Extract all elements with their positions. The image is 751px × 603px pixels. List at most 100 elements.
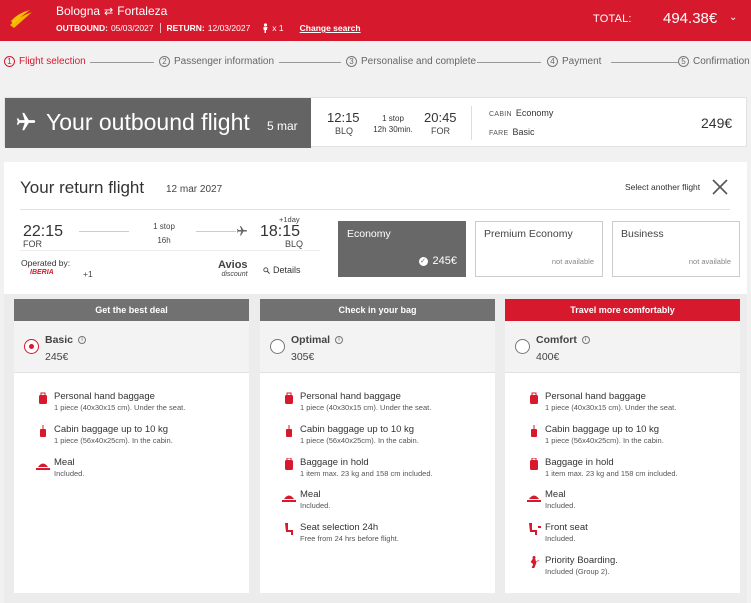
step-flight-selection[interactable]: 1 Flight selection <box>4 56 86 67</box>
fare-selector[interactable]: Comfort i 400€ <box>505 321 740 373</box>
outbound-date: 05/03/2027 <box>110 23 154 33</box>
total-label: TOTAL: <box>593 13 632 25</box>
feature-title: Baggage in hold <box>300 457 369 468</box>
fare-card-optimal[interactable]: Check in your bag Optimal i 305€ Personal… <box>260 299 495 593</box>
feature-description: 1 piece (56x40x25cm). In the cabin. <box>545 436 664 445</box>
return-date: 12/03/2027 <box>207 23 251 33</box>
step-passenger-information[interactable]: 2 Passenger information <box>159 56 274 67</box>
cabin-option-economy[interactable]: Economy ✓ 245€ <box>338 221 466 277</box>
divider <box>471 106 472 140</box>
avios-sub-label: discount <box>221 271 248 278</box>
select-another-flight-link[interactable]: Select another flight <box>625 182 700 192</box>
departure-time: 12:15 <box>327 110 360 125</box>
feature-title: Cabin baggage up to 10 kg <box>300 424 415 435</box>
origin-city: Bologna <box>56 4 101 18</box>
fare-card-basic[interactable]: Get the best deal Basic i 245€ Personal h… <box>14 299 249 593</box>
cabin-baggage-icon <box>531 425 537 437</box>
step-label: Flight selection <box>19 56 86 67</box>
cabin-availability: not available <box>688 257 731 266</box>
fare-header: Get the best deal <box>14 299 249 321</box>
avios-discount-badge: Avios discount <box>218 260 248 280</box>
fare-label: FARE <box>489 130 509 137</box>
outbound-fare: FARE Basic <box>489 127 535 137</box>
fare-radio[interactable] <box>515 339 530 354</box>
step-number: 4 <box>547 56 558 67</box>
outbound-date: 5 mar <box>267 119 298 133</box>
step-connector <box>477 62 541 63</box>
outbound-flight-summary[interactable]: Your outbound flight 5 mar 12:15 BLQ 1 s… <box>4 97 747 148</box>
fare-name-label: Optimal <box>291 334 331 346</box>
stops: 1 stop <box>382 114 404 123</box>
feature-description: Free from 24 hrs before flight. <box>300 534 399 543</box>
info-icon[interactable]: i <box>78 336 87 344</box>
fare-name-label: Basic <box>45 334 74 346</box>
cabin-name: Business <box>621 228 664 240</box>
step-confirmation[interactable]: 5 Confirmation <box>678 56 750 67</box>
fare-name: Optimal i <box>291 334 344 346</box>
feature-description: Included. <box>54 469 85 478</box>
iberia-operator-logo: IBERIA <box>30 269 54 276</box>
fare-selector[interactable]: Basic i 245€ <box>14 321 249 373</box>
info-icon[interactable]: i <box>335 336 344 344</box>
outbound-cabin: CABIN Economy <box>489 108 553 118</box>
cabin-option-premium-economy[interactable]: Premium Economy not available <box>475 221 603 277</box>
fare-price: 305€ <box>291 351 315 363</box>
feature-title: Personal hand baggage <box>545 391 646 402</box>
step-personalise[interactable]: 3 Personalise and complete <box>346 56 476 67</box>
fare-options: Get the best deal Basic i 245€ Personal h… <box>4 294 747 603</box>
hand-baggage-icon <box>530 392 538 404</box>
return-arrival-code: BLQ <box>285 239 304 249</box>
feature-title: Cabin baggage up to 10 kg <box>54 424 169 435</box>
fare-radio[interactable] <box>270 339 285 354</box>
cabin-price: ✓ 245€ <box>418 255 457 267</box>
return-date: 12 mar 2027 <box>166 184 223 195</box>
meal-icon <box>527 495 541 502</box>
fare-price: 400€ <box>536 351 560 363</box>
feature-title: Meal <box>300 489 321 500</box>
cabin-value: Economy <box>515 108 554 118</box>
person-icon <box>263 23 268 33</box>
step-label: Confirmation <box>693 56 750 67</box>
feature-title: Front seat <box>545 522 588 533</box>
hand-baggage-icon <box>39 392 47 404</box>
feature-description: 1 piece (56x40x25cm). In the cabin. <box>300 436 419 445</box>
info-icon[interactable]: i <box>581 336 590 344</box>
fare-selector[interactable]: Optimal i 305€ <box>260 321 495 373</box>
hold-baggage-icon <box>530 458 538 470</box>
stops: 1 stop <box>153 222 175 231</box>
arrival-time: 20:45 <box>424 110 457 125</box>
duration: 12h 30min. <box>373 125 413 134</box>
chevron-down-icon[interactable]: ⌄ <box>729 12 737 23</box>
feature-title: Baggage in hold <box>545 457 614 468</box>
summary-header: Bologna ⇄ Fortaleza OUTBOUND: 05/03/2027… <box>0 0 751 41</box>
priority-boarding-icon <box>530 556 540 568</box>
cabin-baggage-icon <box>40 425 46 437</box>
more-operators: +1 <box>83 269 93 279</box>
duration: 16h <box>157 236 171 245</box>
return-departure-code: FOR <box>23 239 42 249</box>
step-payment[interactable]: 4 Payment <box>547 56 601 67</box>
step-label: Passenger information <box>174 56 275 67</box>
cabin-option-business[interactable]: Business not available <box>612 221 740 277</box>
check-icon: ✓ <box>418 256 428 266</box>
total-price[interactable]: 494.38€ <box>663 10 717 27</box>
fare-name-label: Comfort <box>536 334 577 346</box>
cabin-label: CABIN <box>489 111 512 118</box>
step-connector <box>279 62 341 63</box>
divider <box>20 250 320 251</box>
change-search-link[interactable]: Change search <box>300 23 361 33</box>
close-icon[interactable] <box>711 178 729 196</box>
feature-title: Personal hand baggage <box>54 391 155 402</box>
details-link[interactable]: Details <box>263 265 301 275</box>
fare-header: Check in your bag <box>260 299 495 321</box>
fare-radio[interactable] <box>24 339 39 354</box>
departure-code: BLQ <box>335 126 354 136</box>
feature-title: Cabin baggage up to 10 kg <box>545 424 660 435</box>
feature-title: Meal <box>54 457 75 468</box>
outbound-title: Your outbound flight <box>46 109 250 135</box>
feature-title: Personal hand baggage <box>300 391 401 402</box>
feature-description: 1 piece (56x40x25cm). In the cabin. <box>54 436 173 445</box>
destination-city: Fortaleza <box>117 4 168 18</box>
route-line <box>196 231 236 232</box>
fare-card-comfort[interactable]: Travel more comfortably Comfort i 400€ Pe… <box>505 299 740 593</box>
